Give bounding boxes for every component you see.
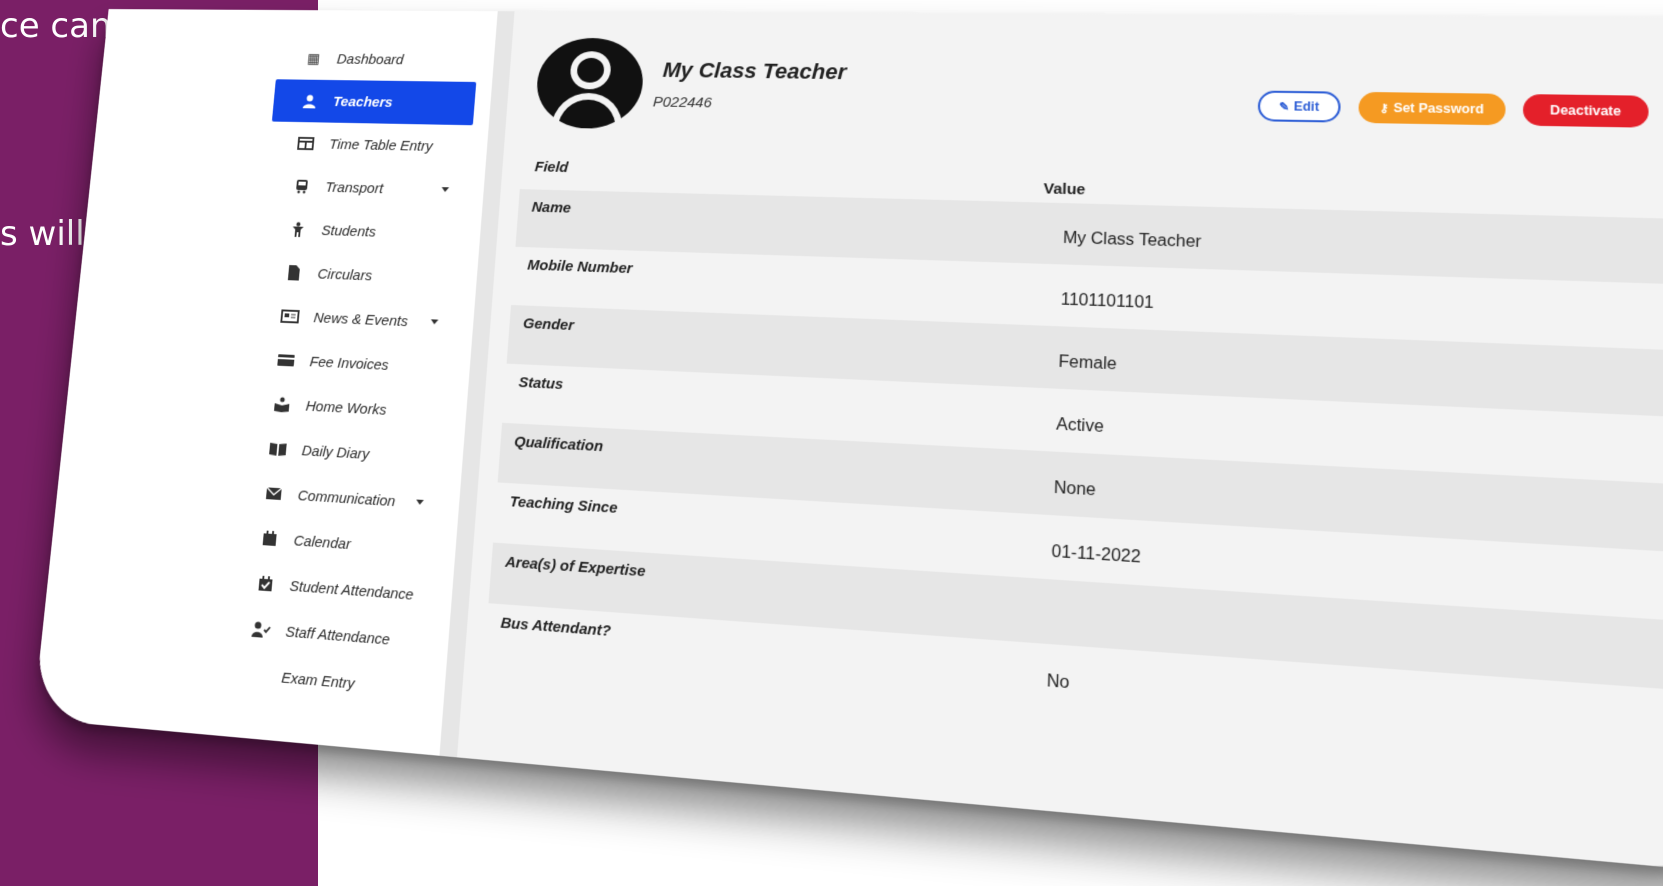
row-field: Teaching Since (509, 493, 619, 517)
page-title: My Class Teacher (662, 57, 848, 85)
set-password-button[interactable]: ⚷ Set Password (1358, 91, 1506, 126)
edit-button[interactable]: ✎ Edit (1257, 90, 1341, 123)
user-icon (300, 93, 319, 110)
row-field: Status (518, 374, 564, 394)
exam-icon (247, 666, 267, 686)
row-value: Female (1058, 353, 1117, 374)
set-password-button-label: Set Password (1393, 100, 1484, 117)
envelope-icon (264, 484, 284, 503)
sidebar-item-label: Fee Invoices (309, 353, 390, 374)
sidebar-item-label: Transport (324, 179, 384, 197)
row-field: Area(s) of Expertise (504, 553, 647, 581)
sidebar-item-label: Time Table Entry (328, 136, 434, 155)
chevron-down-icon[interactable] (441, 187, 450, 193)
sidebar-item-label: Students (320, 222, 377, 240)
row-value: My Class Teacher (1062, 229, 1202, 252)
child-icon (288, 221, 308, 238)
row-value: 1101101101 (1060, 291, 1155, 313)
calendar-check-icon (256, 574, 276, 593)
header-field: Field (534, 158, 569, 176)
sidebar-item-label: Circulars (316, 265, 373, 284)
edit-button-label: Edit (1293, 99, 1320, 115)
sidebar-item-label: News & Events (313, 309, 409, 330)
sidebar-item-label: Calendar (293, 531, 352, 553)
slide-text-line-2: s will (0, 214, 85, 254)
chevron-down-icon[interactable] (430, 319, 439, 325)
bus-icon (292, 178, 312, 195)
edit-icon: ✎ (1278, 100, 1290, 114)
key-icon: ⚷ (1379, 101, 1389, 115)
calendar-icon (260, 529, 280, 548)
details-table: Field Value Name My Class Teacher Mobile… (484, 153, 1663, 761)
avatar-head (569, 51, 613, 90)
user-check-icon (251, 620, 271, 639)
row-field: Qualification (513, 433, 604, 456)
table-icon (296, 135, 316, 152)
credit-card-icon (276, 351, 296, 369)
main-content: My Class Teacher P022446 ✎ Edit ⚷ Set Pa… (457, 11, 1663, 874)
sidebar-item-label: Staff Attendance (284, 622, 391, 649)
row-value: 01-11-2022 (1051, 542, 1142, 567)
row-value: Active (1055, 415, 1105, 437)
row-value: No (1046, 672, 1070, 693)
sidebar-item-label: Daily Diary (301, 442, 371, 463)
avatar-icon (533, 37, 646, 132)
sidebar-item-label: Home Works (305, 397, 388, 419)
row-field: Bus Attendant? (500, 614, 612, 641)
avatar-body (550, 92, 625, 132)
newspaper-icon (280, 308, 300, 326)
dashboard-icon: ▦ (306, 51, 321, 67)
sidebar-nav: ▦ Dashboard Teachers Time Table Entry Tr… (37, 36, 495, 715)
row-field: Name (531, 199, 572, 217)
deactivate-button[interactable]: Deactivate (1522, 94, 1649, 128)
sidebar-item-label: Dashboard (336, 51, 405, 68)
deactivate-button-label: Deactivate (1549, 102, 1622, 119)
book-reader-icon (272, 395, 292, 413)
sidebar-item-teachers[interactable]: Teachers (271, 79, 477, 126)
file-icon (284, 264, 304, 282)
row-field: Mobile Number (526, 256, 633, 278)
row-value: None (1053, 479, 1097, 500)
sidebar-item-dashboard[interactable]: ▦ Dashboard (101, 36, 495, 82)
sidebar-item-label: Student Attendance (288, 577, 415, 604)
chevron-down-icon[interactable] (415, 499, 424, 505)
sidebar: ▦ Dashboard Teachers Time Table Entry Tr… (33, 9, 515, 758)
open-book-icon (268, 440, 288, 458)
row-field: Gender (522, 315, 575, 335)
sidebar-item-label: Communication (297, 486, 397, 510)
teacher-id: P022446 (652, 93, 713, 112)
sidebar-item-label: Exam Entry (280, 668, 356, 693)
header-value: Value (1043, 180, 1086, 199)
sidebar-item-label: Teachers (332, 93, 394, 111)
